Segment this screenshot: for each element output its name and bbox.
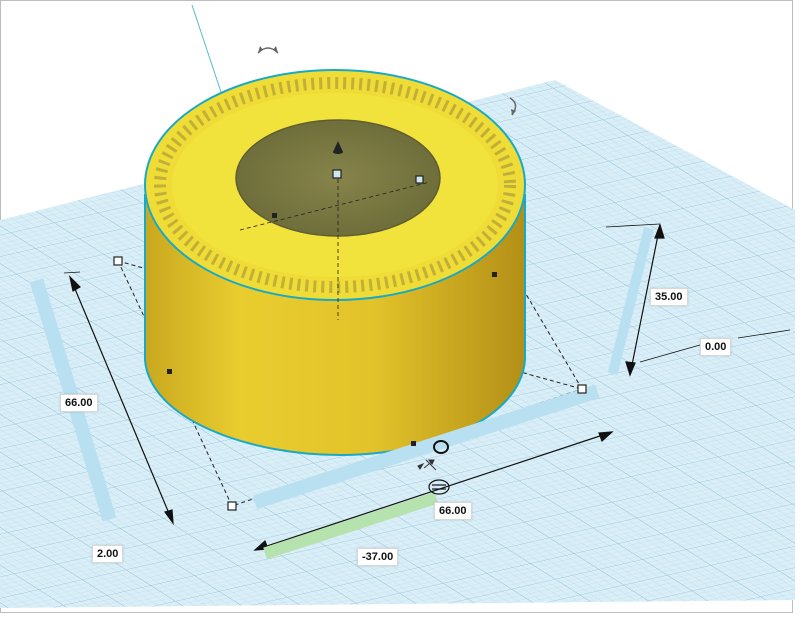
center-handle-top[interactable] <box>332 169 342 179</box>
depth-dimension-field[interactable]: 66.00 <box>60 394 98 412</box>
cylinder-shape[interactable] <box>144 69 526 457</box>
height-dimension-field[interactable]: 35.00 <box>650 288 688 306</box>
x-position-field[interactable]: -37.00 <box>357 548 399 566</box>
edge-handle-right[interactable] <box>415 175 424 184</box>
corner-handle-front-right[interactable] <box>577 384 587 394</box>
corner-handle-front-left[interactable] <box>227 501 237 511</box>
elevation-dimension-field[interactable]: 0.00 <box>700 338 732 356</box>
y-position-field[interactable]: 2.00 <box>92 545 124 563</box>
width-dimension-field[interactable]: 66.00 <box>434 502 472 520</box>
corner-handle-back-left[interactable] <box>113 256 123 266</box>
workplane-viewport[interactable]: 35.00 0.00 66.00 66.00 -37.00 2.00 <box>0 0 800 621</box>
